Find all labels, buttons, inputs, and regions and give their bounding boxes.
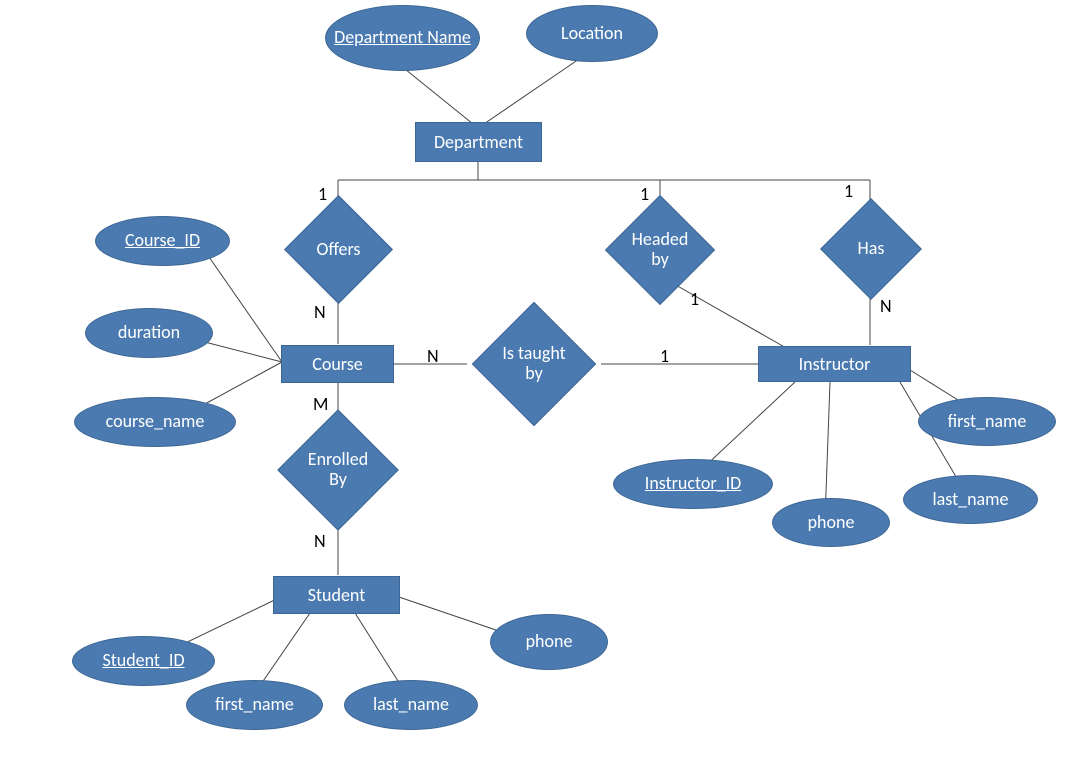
relationship-is-taught-by: Is taught by: [490, 320, 578, 408]
relationship-enrolled-by: Enrolled By: [295, 427, 381, 513]
attribute-instructor-phone: phone: [772, 498, 890, 547]
cardinality-enroll-student: N: [314, 530, 326, 552]
relationship-has: Has: [835, 213, 907, 285]
cardinality-dept-has: 1: [844, 180, 853, 202]
entity-course: Course: [281, 345, 394, 383]
attribute-student-phone: phone: [490, 614, 608, 670]
attribute-department-name: Department Name: [325, 5, 480, 71]
cardinality-offers-course: N: [314, 301, 326, 323]
cardinality-dept-offers: 1: [318, 183, 327, 205]
entity-instructor: Instructor: [758, 346, 911, 382]
attribute-course-name: course_name: [74, 397, 236, 447]
cardinality-has-instr: N: [880, 295, 892, 317]
attribute-instructor-id: Instructor_ID: [613, 459, 773, 509]
attribute-student-last-name: last_name: [344, 680, 478, 730]
attribute-duration: duration: [85, 308, 213, 358]
attribute-instructor-first-name: first_name: [918, 397, 1056, 446]
entity-department: Department: [415, 122, 542, 162]
attribute-student-first-name: first_name: [186, 680, 323, 730]
attribute-student-id: Student_ID: [72, 636, 215, 686]
cardinality-course-taught: N: [427, 345, 439, 367]
cardinality-dept-headed: 1: [640, 183, 649, 205]
cardinality-course-enroll: M: [313, 393, 328, 415]
cardinality-headed-instr: 1: [690, 288, 699, 310]
attribute-location: Location: [526, 5, 658, 62]
entity-student: Student: [273, 576, 400, 614]
relationship-headed-by: Headed by: [621, 211, 699, 289]
attribute-course-id: Course_ID: [95, 216, 230, 266]
relationship-offers: Offers: [300, 211, 377, 288]
cardinality-taught-instr: 1: [660, 345, 669, 367]
attribute-instructor-last-name: last_name: [903, 475, 1038, 524]
